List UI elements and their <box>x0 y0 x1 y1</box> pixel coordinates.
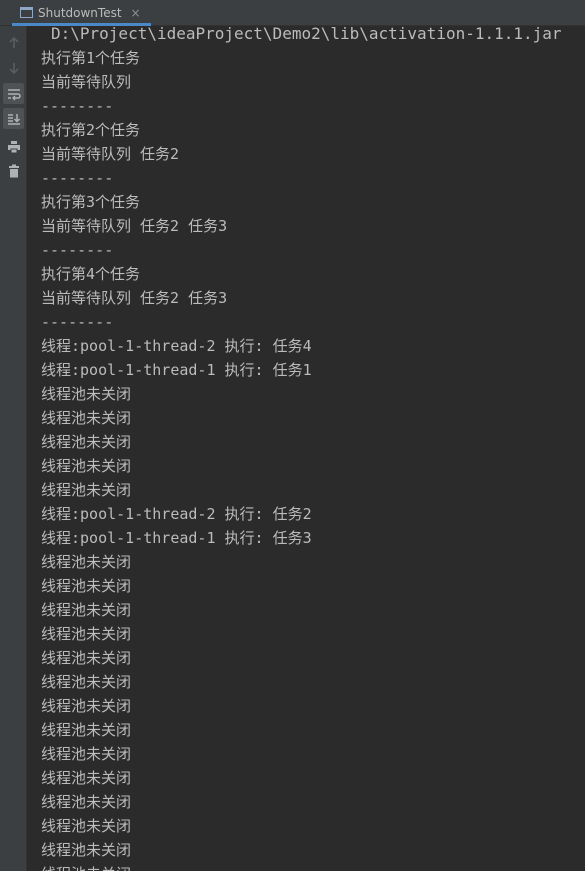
console-line: 线程池未关闭 <box>41 793 132 811</box>
console-line: 线程池未关闭 <box>41 601 132 619</box>
up-arrow-icon[interactable] <box>3 32 24 53</box>
console-line: 线程池未关闭 <box>41 649 132 667</box>
console-line: 线程池未关闭 <box>41 862 131 871</box>
console-line: 线程池未关闭 <box>41 433 132 451</box>
console-line: 当前等待队列 任务2 任务3 <box>41 217 228 235</box>
console-line: -------- <box>41 97 114 115</box>
console-line: 执行第1个任务 <box>41 49 141 67</box>
console-line: 执行第3个任务 <box>41 193 141 211</box>
console-icon <box>20 7 33 18</box>
console-toolbar <box>0 26 27 871</box>
console-line: 线程池未关闭 <box>41 721 132 739</box>
run-tab-bar: ShutdownTest × <box>0 0 585 26</box>
print-icon[interactable] <box>3 136 24 157</box>
console-line: 当前等待队列 <box>41 73 132 91</box>
console-line: -------- <box>41 313 114 331</box>
console-output[interactable]: D:\Project\ideaProject\Demo2\lib\activat… <box>27 26 585 871</box>
console-line: 线程池未关闭 <box>41 409 132 427</box>
console-line: 线程池未关闭 <box>41 481 132 499</box>
console-line: 线程池未关闭 <box>41 745 132 763</box>
console-line: 线程池未关闭 <box>41 769 132 787</box>
tab-title: ShutdownTest <box>38 5 122 20</box>
console-line: 当前等待队列 任务2 <box>41 145 180 163</box>
soft-wrap-icon[interactable] <box>3 83 24 104</box>
console-line: 线程池未关闭 <box>41 553 132 571</box>
command-line: D:\Project\ideaProject\Demo2\lib\activat… <box>51 26 562 43</box>
console-line: 线程池未关闭 <box>41 457 132 475</box>
trash-icon[interactable] <box>3 160 24 181</box>
console-line: 线程池未关闭 <box>41 697 132 715</box>
console-line: 线程:pool-1-thread-2 执行: 任务2 <box>41 505 312 523</box>
console-line: 线程:pool-1-thread-1 执行: 任务3 <box>41 529 312 547</box>
close-icon[interactable]: × <box>131 6 141 20</box>
scroll-to-end-icon[interactable] <box>3 108 24 129</box>
console-line: 线程池未关闭 <box>41 385 132 403</box>
console-line: 线程池未关闭 <box>41 673 132 691</box>
console-line: 当前等待队列 任务2 任务3 <box>41 289 228 307</box>
console-line: -------- <box>41 169 114 187</box>
console-line: 线程池未关闭 <box>41 577 132 595</box>
tab-shutdowntest[interactable]: ShutdownTest × <box>12 2 151 26</box>
down-arrow-icon[interactable] <box>3 57 24 78</box>
console-line: 线程池未关闭 <box>41 841 132 859</box>
console-line: 执行第2个任务 <box>41 121 141 139</box>
console-line: 执行第4个任务 <box>41 265 141 283</box>
console-line: 线程:pool-1-thread-1 执行: 任务1 <box>41 361 312 379</box>
console-line: 线程池未关闭 <box>41 625 132 643</box>
console-line: 线程池未关闭 <box>41 817 132 835</box>
console-line: 线程:pool-1-thread-2 执行: 任务4 <box>41 337 312 355</box>
console-line: -------- <box>41 241 114 259</box>
